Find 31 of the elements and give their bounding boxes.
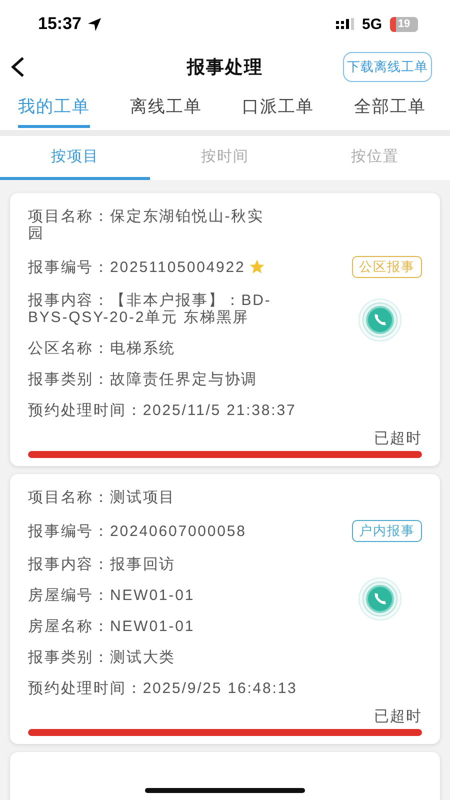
field-text: 项目名称：测试项目: [28, 489, 176, 506]
page-title: 报事处理: [187, 56, 263, 76]
field-text: 预约处理时间：2025/11/5 21:38:37: [28, 402, 296, 419]
location-arrow-icon: [87, 16, 102, 32]
report-card[interactable]: 项目名称：保定东湖铂悦山-秋实园 报事编号：20251105004922 公区报事 报事内容：【非本户报事】：BD-BYS-QSY-20-2单元 东梯黑屏 公区名称：电梯系统 报事类别：故障责任界定与协调 预约处理时间：2025/11/5 21:38:37 已超时: [10, 193, 440, 466]
field-text: 项目名称：保定东湖铂悦山-秋实园: [28, 208, 265, 242]
overdue-status: 已超时: [374, 429, 422, 448]
field-text: 报事类别：故障责任界定与协调: [28, 371, 258, 388]
tab[interactable]: 口派工单: [242, 93, 314, 128]
field-text: 报事编号：20240607000058: [28, 522, 246, 540]
phone-call-icon[interactable]: [358, 298, 402, 342]
category-tag: 公区报事: [352, 256, 422, 278]
signal-icon: [336, 18, 354, 30]
field-text: 房屋编号：NEW01-01: [28, 587, 195, 604]
battery-icon: 19: [390, 16, 418, 32]
field-text: 房屋名称：NEW01-01: [28, 618, 195, 635]
overdue-status: 已超时: [374, 707, 422, 726]
tab[interactable]: 全部工单: [354, 93, 426, 128]
report-card[interactable]: 项目名称：测试项目 报事编号：20240607000058 户内报事 报事内容：报事回访 房屋编号：NEW01-01 房屋名称：NEW01-01 报事类别：测试大类 预约处理时间：2025/9/25 16:48:13 已超时: [10, 474, 440, 744]
field-text: 报事类别：测试大类: [28, 649, 176, 666]
field-text: 报事内容：报事回访: [28, 556, 176, 573]
field-text: 预约处理时间：2025/9/25 16:48:13: [28, 680, 298, 697]
field-text: 报事编号：20251105004922: [28, 258, 246, 276]
back-icon[interactable]: [10, 56, 26, 78]
tab[interactable]: 离线工单: [130, 93, 202, 128]
category-tag: 户内报事: [352, 520, 422, 542]
field-text: 公区名称：电梯系统: [28, 340, 176, 357]
network-label: 5G: [362, 16, 382, 32]
clock-time: 15:37: [38, 14, 82, 34]
phone-call-icon[interactable]: [358, 577, 402, 621]
field-text: 报事内容：【非本户报事】：BD-BYS-QSY-20-2单元 东梯黑屏: [28, 292, 272, 326]
